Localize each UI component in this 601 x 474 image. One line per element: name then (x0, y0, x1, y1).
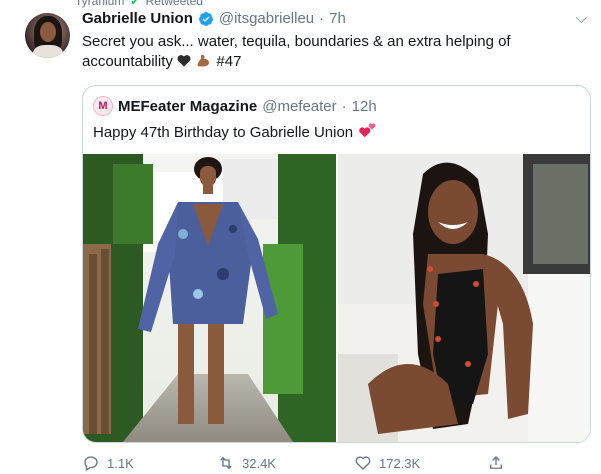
quoted-tweet-card[interactable]: M MEFeater Magazine @mefeater · 12h Happ… (82, 85, 591, 443)
like-button[interactable]: 172.3K (354, 454, 420, 472)
retweet-count: 32.4K (242, 455, 276, 471)
reply-count: 1.1K (107, 455, 134, 471)
verified-badge-icon (198, 11, 214, 27)
quoted-author-avatar: M (93, 96, 113, 116)
tweet-hashtag[interactable]: #47 (216, 53, 241, 70)
retweeter-name[interactable]: Tyranium (75, 0, 124, 8)
tweet-text: Secret you ask... water, tequila, bounda… (82, 33, 511, 70)
photo-right-braids-swimsuit[interactable] (338, 154, 590, 442)
reply-button[interactable]: 1.1K (82, 454, 134, 472)
retweet-button[interactable]: 32.4K (217, 454, 276, 472)
photo-left-garden-dress[interactable] (83, 154, 336, 442)
two-hearts-icon (358, 122, 378, 142)
black-heart-icon (177, 53, 191, 67)
share-button[interactable] (487, 454, 505, 472)
quoted-tweet-body: Happy 47th Birthday to Gabrielle Union (93, 122, 378, 142)
author-handle[interactable]: @itsgabrielleu (219, 10, 314, 27)
like-count: 172.3K (379, 455, 421, 471)
reply-icon (84, 456, 98, 471)
more-options-caret-icon[interactable]: ⌵ (576, 10, 587, 27)
quoted-tweet-header: M MEFeater Magazine @mefeater · 12h (93, 96, 377, 116)
quoted-timestamp: 12h (351, 97, 377, 115)
quoted-author-handle: @mefeater (262, 97, 337, 115)
check-icon: ✔ (130, 0, 140, 8)
tweet-header: Gabrielle Union @itsgabrielleu · 7h (82, 10, 346, 27)
tweet-actions: 1.1K 32.4K 172.3K (82, 452, 552, 474)
retweet-icon (220, 456, 232, 470)
heart-icon (355, 456, 371, 470)
quoted-time-separator: · (341, 97, 347, 115)
author-name[interactable]: Gabrielle Union (82, 10, 193, 27)
tweet-timestamp[interactable]: 7h (329, 10, 346, 27)
author-avatar[interactable] (25, 13, 70, 58)
time-separator: · (319, 10, 325, 27)
retweeted-label: Retweeted (145, 0, 203, 8)
quoted-tweet-text: Happy 47th Birthday to Gabrielle Union (93, 123, 354, 141)
share-icon (490, 456, 502, 469)
flexed-biceps-icon (195, 53, 212, 68)
retweet-context: Tyranium ✔ Retweeted (75, 0, 203, 8)
quoted-author-name: MEFeater Magazine (118, 97, 258, 115)
tweet-body: Secret you ask... water, tequila, bounda… (82, 32, 562, 72)
